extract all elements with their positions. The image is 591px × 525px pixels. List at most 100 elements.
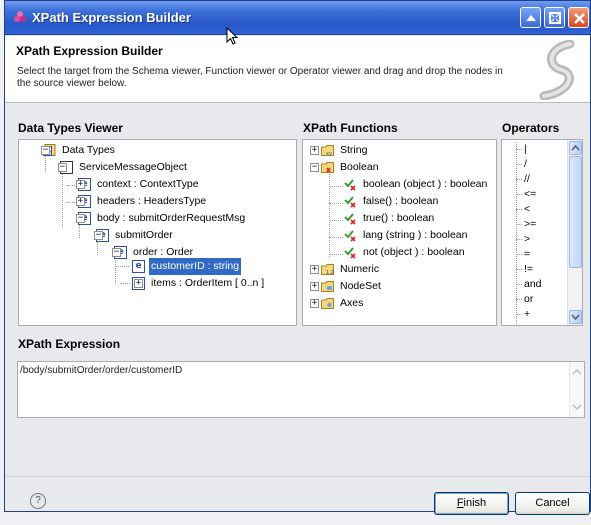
chevron-down-icon [572, 404, 582, 410]
tree-node-body[interactable]: ebody : submitOrderRequestMsg [78, 210, 247, 227]
expand-toggle[interactable]: + [310, 282, 319, 291]
header-title: XPath Expression Builder [16, 44, 163, 58]
function-not[interactable]: not (object ) : boolean [344, 244, 467, 261]
tree-node-headers[interactable]: eheaders : HeadersType [78, 193, 208, 210]
chevron-up-icon [571, 144, 580, 151]
tree-node-numeric[interactable]: 1,2 Numeric [321, 261, 381, 278]
function-icon [344, 230, 356, 242]
maximize-button[interactable] [544, 7, 565, 28]
expand-toggle[interactable]: + [310, 299, 319, 308]
banner-icon [539, 40, 575, 100]
collapse-toggle[interactable]: − [58, 163, 67, 172]
operator-item[interactable]: and [524, 277, 542, 292]
title-bar[interactable]: XPath Expression Builder [5, 1, 590, 35]
footer-separator [5, 476, 590, 477]
operator-item[interactable]: > [524, 232, 530, 247]
app-icon [14, 11, 26, 22]
operators-scrollbar[interactable] [567, 140, 582, 325]
expression-scrollbar[interactable] [569, 362, 584, 417]
tree-node-nodeset[interactable]: NodeSet [321, 278, 383, 295]
folder-icon [321, 281, 334, 292]
function-label: lang (string ) : boolean [363, 229, 468, 241]
chevron-up-icon [572, 369, 582, 375]
svg-text:1,2: 1,2 [326, 270, 334, 276]
tree-node-label: context : ContextType [97, 178, 199, 190]
operator-item[interactable]: < [524, 202, 530, 217]
tree-node-label: ServiceMessageObject [79, 161, 187, 173]
tree-node-axes[interactable]: Axes [321, 295, 365, 312]
collapse-toggle[interactable]: − [94, 231, 103, 240]
tree-node-data-types[interactable]: eData Types [43, 142, 117, 159]
chevron-down-icon [571, 314, 580, 321]
tree-node-customer-id[interactable]: e customerID : string [132, 258, 242, 275]
function-icon [344, 213, 356, 225]
expand-toggle[interactable]: + [76, 180, 85, 189]
scroll-thumb[interactable] [569, 156, 582, 268]
operator-item[interactable]: <= [524, 187, 536, 202]
expand-toggle[interactable]: + [76, 197, 85, 206]
dialog-header: XPath Expression Builder Select the targ… [5, 36, 590, 103]
mouse-cursor-icon [226, 27, 239, 45]
operator-item[interactable]: or [524, 292, 533, 307]
xpath-expression-field[interactable]: /body/submitOrder/order/customerID [17, 361, 585, 418]
expand-toggle[interactable]: + [310, 265, 319, 274]
function-true[interactable]: true() : boolean [344, 210, 436, 227]
tree-node-context[interactable]: econtext : ContextType [78, 176, 201, 193]
minimize-button[interactable] [520, 7, 541, 28]
function-icon [344, 179, 356, 191]
function-boolean[interactable]: boolean (object ) : boolean [344, 176, 489, 193]
dialog-window: XPath Expression Builder XPath Expressio… [4, 0, 591, 515]
help-button[interactable]: ? [30, 493, 46, 509]
operators-list[interactable]: | / // <= < >= > = != and or + [501, 139, 583, 326]
scroll-down-button[interactable] [569, 310, 582, 324]
collapse-toggle[interactable]: − [76, 214, 85, 223]
operator-item[interactable]: >= [524, 217, 536, 232]
svg-text:xy: xy [326, 151, 332, 157]
operator-item[interactable]: | [524, 142, 527, 157]
folder-icon [321, 162, 334, 173]
collapse-toggle[interactable]: − [41, 146, 50, 155]
cancel-button[interactable]: Cancel [515, 492, 590, 515]
tree-node-label: body : submitOrderRequestMsg [97, 212, 246, 224]
data-types-tree[interactable]: eData Types − ΣServiceMessageObject − ec… [18, 139, 297, 326]
tree-node-label: Boolean [340, 161, 379, 173]
tree-node-service-message-object[interactable]: ΣServiceMessageObject [60, 159, 189, 176]
function-icon [344, 196, 356, 208]
expand-toggle[interactable]: + [310, 146, 319, 155]
operator-item[interactable]: / [524, 157, 527, 172]
function-label: not (object ) : boolean [363, 246, 465, 258]
tree-node-label: Data Types [62, 144, 115, 156]
function-label: true() : boolean [363, 212, 435, 224]
header-description: Select the target from the Schema viewer… [17, 66, 503, 89]
minimize-icon [526, 15, 536, 21]
operator-item[interactable]: // [524, 172, 530, 187]
close-icon [574, 13, 585, 24]
close-button[interactable] [568, 7, 589, 28]
collapse-toggle[interactable]: − [112, 248, 121, 257]
function-lang[interactable]: lang (string ) : boolean [344, 227, 469, 244]
tree-node-items[interactable]: eitems : OrderItem [ 0..n ] [132, 275, 266, 292]
scroll-up-button[interactable] [569, 141, 582, 155]
expression-title: XPath Expression [18, 337, 121, 351]
operator-item[interactable]: + [524, 307, 530, 322]
function-false[interactable]: false() : boolean [344, 193, 440, 210]
xpath-expression-value: /body/submitOrder/order/customerID [20, 365, 183, 376]
expand-toggle[interactable]: + [134, 279, 143, 288]
collapse-toggle[interactable]: − [310, 163, 319, 172]
maximize-icon [549, 12, 561, 24]
function-label: boolean (object ) : boolean [363, 178, 488, 190]
tree-node-boolean[interactable]: Boolean [321, 159, 381, 176]
tree-node-string[interactable]: xy String [321, 142, 369, 159]
tree-node-submit-order[interactable]: esubmitOrder [96, 227, 175, 244]
finish-button[interactable]: Finish [434, 492, 509, 515]
functions-tree[interactable]: xy String + Boolean − boolean (object ) :… [302, 139, 497, 326]
element-icon: e [132, 260, 145, 273]
operator-item[interactable]: = [524, 247, 530, 262]
finish-mnemonic: F [456, 497, 464, 509]
tree-node-label: Numeric [340, 263, 380, 275]
operator-item[interactable]: != [524, 262, 533, 277]
operators-title: Operators [502, 121, 560, 135]
tree-node-label: headers : HeadersType [97, 195, 207, 207]
data-types-title: Data Types Viewer [18, 121, 123, 135]
tree-node-label: String [340, 144, 368, 156]
